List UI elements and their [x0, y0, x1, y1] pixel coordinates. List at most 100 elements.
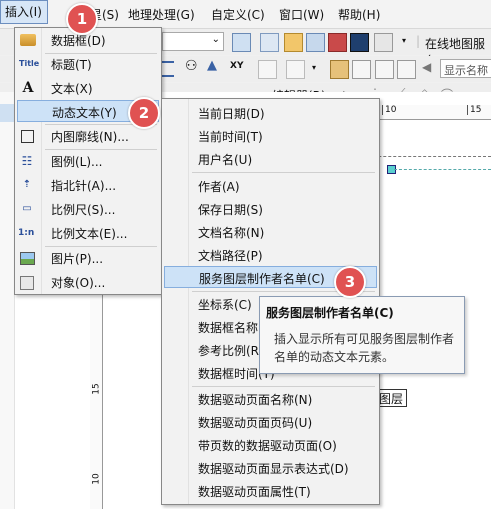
menu-item-object[interactable]: 对象(O)... [15, 271, 161, 293]
info-icon[interactable] [397, 60, 416, 79]
menu-help[interactable]: 帮助(H) [338, 6, 380, 23]
identify-icon[interactable]: ▲ [207, 58, 217, 73]
submenu-item-user-name[interactable]: 用户名(U) [162, 148, 379, 170]
menu-item-legend[interactable]: ☷ 图例(L)... [15, 150, 161, 172]
menu-item-scale-text-label: 比例文本(E)... [51, 227, 128, 241]
submenu-item-save-date[interactable]: 保存日期(S) [162, 198, 379, 220]
step-badge-3: 3 [334, 266, 366, 298]
submenu-item-document-path[interactable]: 文档路径(P) [162, 244, 379, 266]
chevron-down-icon: ⌄ [211, 34, 220, 45]
submenu-item-ddp-expression[interactable]: 数据驱动页面显示表达式(D) [162, 457, 379, 479]
tooltip-body-line1: 插入显示所有可见服务图层制作者 [274, 332, 455, 346]
step-badge-2: 2 [128, 97, 160, 129]
tooltip-title: 服务图层制作者名单(C) [266, 306, 394, 320]
submenu-item-label: 文档名称(N) [198, 226, 265, 240]
object-icon [20, 276, 34, 290]
menu-insert-label: 插入(I) [5, 5, 42, 19]
submenu-item-ddp-page-number[interactable]: 数据驱动页面页码(U) [162, 411, 379, 433]
toolbar-overflow-icon[interactable]: ▾ [312, 63, 316, 72]
menu-window[interactable]: 窗口(W) [279, 6, 324, 23]
fixed-zoom-icon[interactable] [160, 61, 174, 77]
selection-boundary [394, 169, 491, 170]
html-popup-icon[interactable] [286, 60, 305, 79]
submenu-item-ddp-name[interactable]: 数据驱动页面名称(N) [162, 388, 379, 410]
edit-vertices-icon[interactable] [232, 33, 251, 52]
binoculars-icon[interactable]: ⚇ [185, 58, 198, 74]
clear-selection-icon[interactable] [352, 60, 371, 79]
text-icon: A [22, 80, 34, 96]
scale-text-icon: 1:n [18, 228, 35, 238]
picture-icon [20, 252, 35, 265]
scale-dropdown[interactable]: ⌄ [162, 32, 224, 51]
submenu-item-label: 带页数的数据驱动页面(O) [198, 439, 337, 453]
table-of-contents-edge [0, 92, 15, 509]
submenu-item-ddp-attribute[interactable]: 数据驱动页面属性(T) [162, 480, 379, 502]
menu-item-north-arrow-label: 指北针(A)... [51, 179, 117, 193]
submenu-item-document-name[interactable]: 文档名称(N) [162, 221, 379, 243]
submenu-item-label: 数据驱动页面属性(T) [198, 485, 311, 499]
select-elements-icon[interactable] [375, 60, 394, 79]
data-frame-icon [20, 34, 36, 46]
toolbox-icon[interactable] [328, 33, 347, 52]
insert-menu: 数据框(D) Title 标题(T) A 文本(X) 动态文本(Y) ▶ 内图廓… [14, 27, 162, 295]
menu-item-text-label: 文本(X) [51, 82, 93, 96]
back-arrow-icon[interactable]: ◀ [422, 60, 431, 74]
show-name-field-text: 显示名称 [444, 64, 488, 77]
submenu-item-label: 用户名(U) [198, 153, 253, 167]
submenu-item-label: 当前日期(D) [198, 107, 265, 121]
menu-item-legend-label: 图例(L)... [51, 155, 103, 169]
menu-item-scale-bar[interactable]: ▭ 比例尺(S)... [15, 198, 161, 220]
submenu-item-label: 参考比例(R) [198, 344, 264, 358]
submenu-item-author[interactable]: 作者(A) [162, 175, 379, 197]
table-icon[interactable] [260, 33, 279, 52]
ruler-tick-v15: 15 [91, 383, 102, 395]
scale-bar-icon: ▭ [22, 203, 32, 214]
submenu-item-label: 作者(A) [198, 180, 240, 194]
catalog-icon[interactable] [284, 33, 303, 52]
toolbar-overflow-icon[interactable]: ▾ [402, 36, 406, 45]
menu-geoprocessing[interactable]: 地理处理(G) [128, 6, 195, 23]
submenu-item-label: 数据驱动页面显示表达式(D) [198, 462, 349, 476]
north-arrow-icon: ⇡ [22, 179, 32, 190]
tooltip: 服务图层制作者名单(C) 插入显示所有可见服务图层制作者 名单的动态文本元素。 [259, 296, 465, 374]
layer-text-label: 图层 [379, 392, 404, 406]
model-builder-icon[interactable] [374, 33, 393, 52]
tooltip-body-line2: 名单的动态文本元素。 [274, 350, 395, 364]
ruler-tick-v10: 10 [91, 473, 102, 485]
title-icon: Title [19, 59, 40, 68]
show-name-field[interactable]: 显示名称 [440, 59, 491, 78]
step-badge-1: 1 [66, 3, 98, 35]
python-window-icon[interactable] [350, 33, 369, 52]
search-window-icon[interactable] [306, 33, 325, 52]
menu-item-title-label: 标题(T) [51, 58, 92, 72]
go-to-xy-icon[interactable]: XY [230, 61, 243, 71]
menu-separator [192, 172, 375, 173]
ruler-tick-15: 15 [467, 105, 481, 115]
menu-item-scale-text[interactable]: 1:n 比例文本(E)... [15, 222, 161, 244]
toc-selected-row[interactable] [0, 104, 14, 122]
menu-item-text[interactable]: A 文本(X) [15, 77, 161, 99]
menu-item-object-label: 对象(O)... [51, 276, 106, 290]
menu-item-neatline-label: 内图廓线(N)... [51, 130, 129, 144]
legend-icon: ☷ [21, 154, 33, 168]
menu-item-dynamic-text-label: 动态文本(Y) [52, 106, 117, 120]
submenu-item-label: 数据驱动页面名称(N) [198, 393, 313, 407]
menu-customize[interactable]: 自定义(C) [211, 6, 265, 23]
measure-icon[interactable] [258, 60, 277, 79]
menu-separator [192, 386, 375, 387]
submenu-item-current-date[interactable]: 当前日期(D) [162, 102, 379, 124]
submenu-item-label: 文档路径(P) [198, 249, 263, 263]
select-features-icon[interactable] [330, 60, 349, 79]
menu-item-title[interactable]: Title 标题(T) [15, 53, 161, 75]
menu-item-picture-label: 图片(P)... [51, 252, 104, 266]
submenu-item-label: 坐标系(C) [198, 298, 252, 312]
submenu-item-label: 数据驱动页面页码(U) [198, 416, 313, 430]
submenu-item-label: 数据框名称 [198, 321, 259, 335]
menu-item-north-arrow[interactable]: ⇡ 指北针(A)... [15, 174, 161, 196]
submenu-item-label: 当前时间(T) [198, 130, 263, 144]
menu-item-picture[interactable]: 图片(P)... [15, 247, 161, 269]
menu-item-scale-bar-label: 比例尺(S)... [51, 203, 116, 217]
submenu-item-ddp-with-count[interactable]: 带页数的数据驱动页面(O) [162, 434, 379, 456]
menu-insert[interactable]: 插入(I) [0, 0, 48, 24]
submenu-item-current-time[interactable]: 当前时间(T) [162, 125, 379, 147]
